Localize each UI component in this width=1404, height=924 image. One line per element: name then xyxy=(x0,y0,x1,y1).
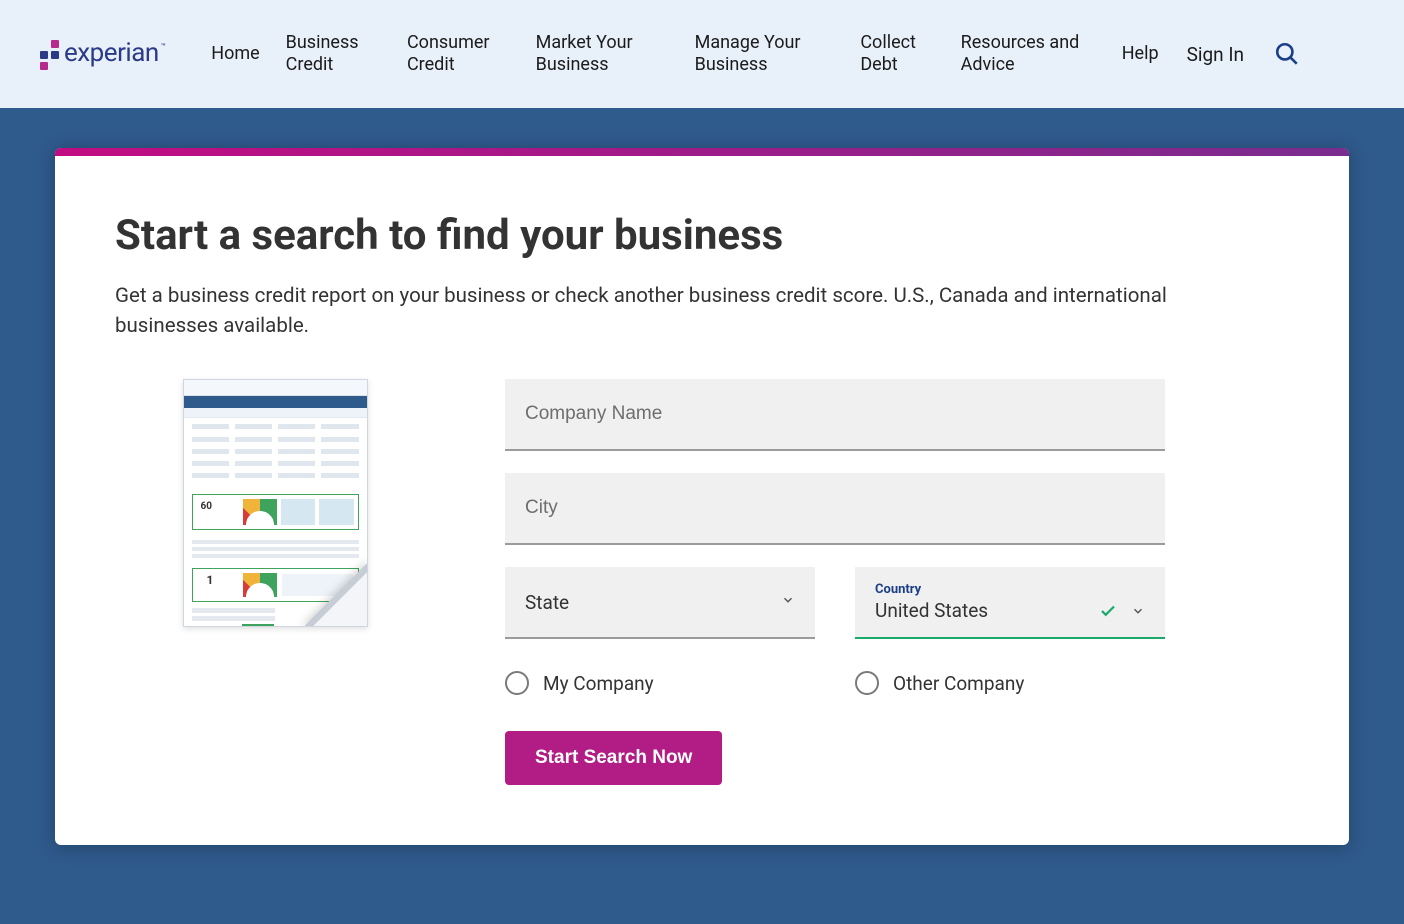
radio-my-company-label: My Company xyxy=(543,672,654,695)
country-select[interactable]: Country United States xyxy=(855,567,1165,639)
nav-collect-debt[interactable]: Collect Debt xyxy=(860,32,934,77)
chevron-down-icon xyxy=(781,593,795,611)
page-title: Start a search to find your business xyxy=(115,211,1289,260)
search-card: Start a search to find your business Get… xyxy=(55,148,1349,845)
page-stage: Start a search to find your business Get… xyxy=(0,108,1404,905)
menu-icon[interactable] xyxy=(1330,44,1364,65)
state-label: State xyxy=(525,591,569,614)
start-search-button[interactable]: Start Search Now xyxy=(505,731,722,785)
radio-icon xyxy=(855,671,879,695)
brand-logo[interactable]: experian™ xyxy=(40,38,163,70)
sample-report-thumbnail xyxy=(183,379,368,627)
search-icon[interactable] xyxy=(1274,41,1300,67)
state-select[interactable]: State xyxy=(505,567,815,639)
country-mini-label: Country xyxy=(875,582,1145,597)
radio-icon xyxy=(505,671,529,695)
brand-name: experian™ xyxy=(64,38,163,70)
nav-market-business[interactable]: Market Your Business xyxy=(536,32,669,77)
city-input[interactable] xyxy=(525,497,1145,519)
business-search-form: State Country United States xyxy=(505,379,1165,785)
logo-mark-icon xyxy=(40,40,62,70)
primary-nav: Home Business Credit Consumer Credit Mar… xyxy=(211,32,1158,77)
company-name-field[interactable] xyxy=(505,379,1165,451)
nav-home[interactable]: Home xyxy=(211,43,259,66)
city-field[interactable] xyxy=(505,473,1165,545)
radio-other-company[interactable]: Other Company xyxy=(855,671,1165,695)
page-subtitle: Get a business credit report on your bus… xyxy=(115,282,1215,341)
signin-link[interactable]: Sign In xyxy=(1187,43,1244,66)
top-navigation: experian™ Home Business Credit Consumer … xyxy=(0,0,1404,108)
nav-consumer-credit[interactable]: Consumer Credit xyxy=(407,32,510,77)
company-name-input[interactable] xyxy=(525,403,1145,425)
radio-other-company-label: Other Company xyxy=(893,672,1024,695)
page-curl-icon xyxy=(305,564,368,627)
radio-my-company[interactable]: My Company xyxy=(505,671,815,695)
card-accent-bar xyxy=(55,148,1349,156)
check-icon xyxy=(1099,602,1117,620)
chevron-down-icon xyxy=(1131,604,1145,618)
nav-resources[interactable]: Resources and Advice xyxy=(961,32,1096,77)
nav-manage-business[interactable]: Manage Your Business xyxy=(695,32,835,77)
country-value: United States xyxy=(875,599,988,622)
nav-business-credit[interactable]: Business Credit xyxy=(286,32,381,77)
nav-help[interactable]: Help xyxy=(1122,43,1159,66)
header-actions: Sign In xyxy=(1187,41,1364,67)
company-type-radios: My Company Other Company xyxy=(505,671,1165,695)
report-thumbnail-column xyxy=(115,379,435,785)
